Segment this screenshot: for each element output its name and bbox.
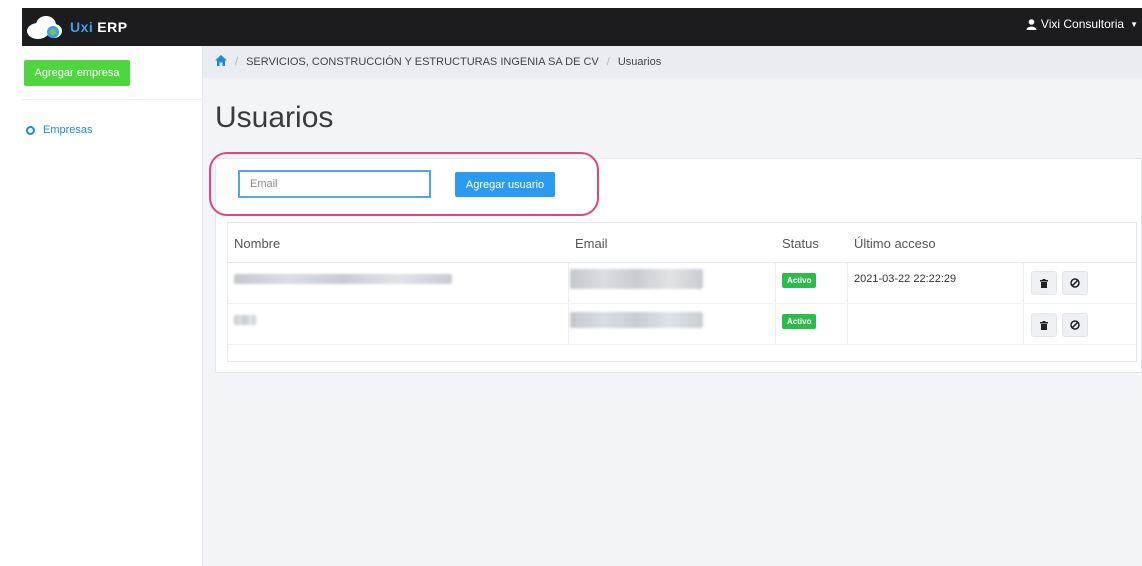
column-header-last-access: Último acceso: [854, 236, 936, 251]
table-row: Activo: [228, 304, 1136, 345]
column-header-email: Email: [575, 236, 608, 251]
redacted-email: [570, 312, 703, 328]
sidebar: Agregar empresa Empresas: [22, 46, 203, 566]
redacted-name: [234, 315, 256, 325]
breadcrumb-separator: /: [606, 56, 610, 68]
trash-icon: [1040, 278, 1048, 288]
add-company-button[interactable]: Agregar empresa: [24, 60, 130, 86]
app-logo[interactable]: Uxi ERP: [24, 10, 128, 44]
breadcrumb-separator: /: [235, 56, 239, 68]
user-icon: [1026, 18, 1037, 30]
deactivate-user-button[interactable]: [1062, 313, 1088, 337]
app-window: Uxi ERP Vixi Consultoria ▼ Agregar empres…: [22, 8, 1142, 566]
delete-user-button[interactable]: [1031, 271, 1057, 295]
deactivate-user-button[interactable]: [1062, 271, 1088, 295]
breadcrumb-company[interactable]: SERVICIOS, CONSTRUCCIÓN Y ESTRUCTURAS IN…: [246, 56, 599, 68]
column-header-name: Nombre: [234, 236, 281, 251]
user-menu[interactable]: Vixi Consultoria ▼: [1026, 17, 1138, 31]
sidebar-item-empresas[interactable]: Empresas: [26, 124, 93, 136]
user-name: Vixi Consultoria: [1040, 17, 1125, 31]
logo-text-erp: ERP: [97, 19, 128, 35]
users-table: Nombre Email Status Último acceso Activo…: [227, 222, 1137, 362]
table-header: Nombre Email Status Último acceso: [228, 223, 1136, 263]
status-badge: Activo: [782, 314, 817, 329]
circle-icon: [26, 125, 35, 135]
delete-user-button[interactable]: [1031, 313, 1057, 337]
trash-icon: [1040, 320, 1048, 330]
last-access-date: 2021-03-22 22:22:29: [854, 273, 957, 285]
status-badge: Activo: [782, 273, 817, 288]
caret-down-icon: ▼: [1130, 19, 1138, 29]
cloud-logo-icon: [27, 16, 62, 39]
breadcrumb-current: Usuarios: [617, 56, 662, 68]
page-title: Usuarios: [215, 101, 334, 134]
highlight-annotation: [209, 152, 599, 216]
ban-icon: [1070, 278, 1080, 288]
logo-text-uxi: Uxi: [70, 19, 94, 35]
sidebar-divider: [22, 99, 203, 100]
home-icon[interactable]: [215, 55, 227, 69]
breadcrumb: / SERVICIOS, CONSTRUCCIÓN Y ESTRUCTURAS …: [203, 46, 1142, 78]
ban-icon: [1070, 320, 1080, 330]
sidebar-item-label: Empresas: [43, 124, 93, 136]
column-header-status: Status: [782, 236, 819, 251]
top-navbar: Uxi ERP Vixi Consultoria ▼: [22, 8, 1142, 46]
table-row: Activo 2021-03-22 22:22:29: [228, 263, 1136, 304]
redacted-email: [570, 269, 703, 289]
redacted-name: [234, 274, 452, 284]
